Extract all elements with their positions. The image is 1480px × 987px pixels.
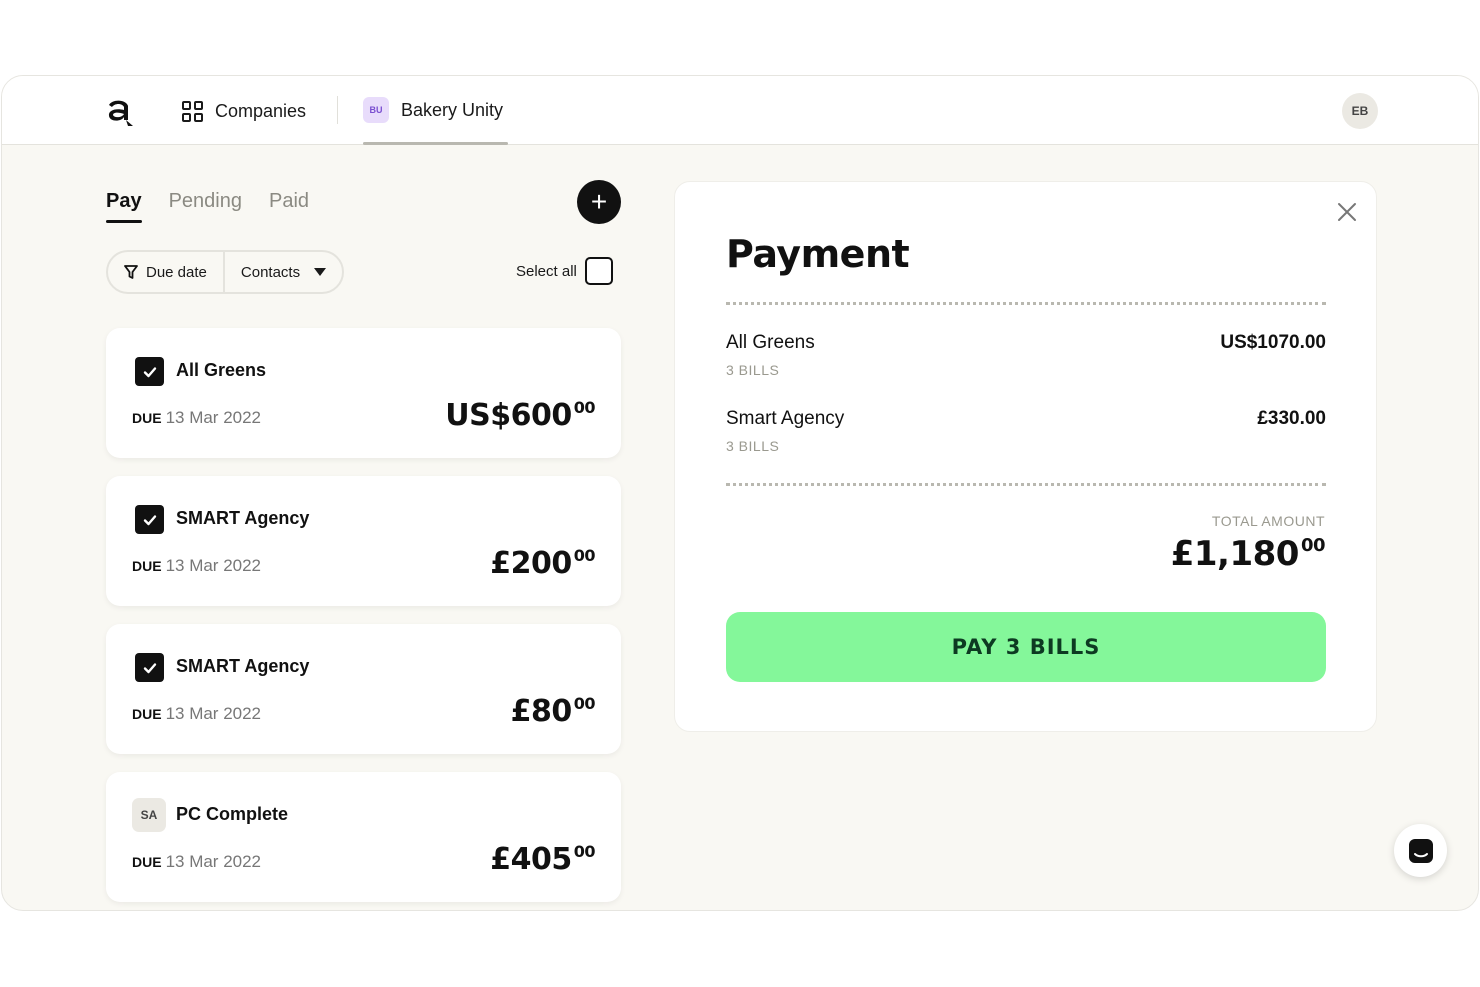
bill-contact-name: SMART Agency	[176, 656, 310, 676]
bill-contact-name: SMART Agency	[176, 508, 310, 528]
close-icon[interactable]	[1335, 200, 1359, 224]
company-name: Bakery Unity	[401, 99, 504, 120]
bill-contact-name: All Greens	[176, 360, 267, 380]
payment-row-amount: US$1070.00	[1220, 332, 1326, 353]
payment-row-name: All Greens	[726, 332, 815, 353]
nav-current-company[interactable]: BU Bakery Unity	[363, 96, 503, 124]
nav-companies-label: Companies	[215, 100, 307, 121]
bill-due-date: DUE 13 Mar 2022	[132, 852, 262, 871]
active-nav-indicator	[363, 142, 508, 145]
checkmark-icon	[143, 366, 156, 377]
top-nav-bar: Companies BU Bakery Unity EB	[2, 76, 1478, 145]
payment-row: Smart Agency 3 BILLS £330.00	[726, 408, 1326, 458]
bill-contact-name: PC Complete	[176, 804, 289, 824]
bill-checkbox[interactable]	[135, 653, 164, 682]
app-window: Companies BU Bakery Unity EB Pay Pending…	[1, 75, 1479, 911]
nav-companies[interactable]: Companies	[182, 98, 306, 124]
dotted-divider	[726, 302, 1326, 305]
checkmark-icon	[143, 514, 156, 525]
payment-row-amount: £330.00	[1257, 408, 1326, 429]
caret-down-icon	[314, 268, 327, 276]
total-amount-value: £1,180 00	[1170, 534, 1326, 574]
contact-initials-avatar[interactable]: SA	[132, 798, 166, 832]
bill-card[interactable]: SMART Agency DUE 13 Mar 2022 £80 00	[106, 624, 621, 754]
payment-row: All Greens 3 BILLS US$1070.00	[726, 332, 1326, 382]
nav-divider	[337, 96, 338, 124]
filter-icon	[124, 265, 138, 279]
payment-title: Payment	[726, 232, 910, 276]
company-badge: BU	[363, 97, 389, 123]
checkmark-icon	[143, 662, 156, 673]
payment-row-count: 3 BILLS	[726, 438, 780, 454]
tab-pending[interactable]: Pending	[169, 190, 242, 219]
bill-checkbox[interactable]	[135, 505, 164, 534]
payment-panel: Payment All Greens 3 BILLS US$1070.00 Sm…	[674, 181, 1377, 732]
bill-due-date: DUE 13 Mar 2022	[132, 704, 262, 723]
payment-row-count: 3 BILLS	[726, 362, 780, 378]
bill-card[interactable]: SA PC Complete DUE 13 Mar 2022 £405 00	[106, 772, 621, 902]
filter-bar: Due date Contacts	[106, 250, 345, 294]
select-all-checkbox[interactable]	[584, 257, 613, 285]
dotted-divider	[726, 483, 1326, 486]
bill-tabs: Pay Pending Paid	[106, 190, 309, 223]
tab-paid[interactable]: Paid	[269, 190, 309, 219]
bill-due-date: DUE 13 Mar 2022	[132, 556, 262, 575]
bill-amount: £80 00	[510, 694, 596, 729]
add-bill-button[interactable]: +	[577, 180, 621, 224]
select-all: Select all	[516, 257, 613, 285]
grid-icon	[182, 100, 203, 122]
contacts-dropdown-label: Contacts	[240, 263, 301, 281]
select-all-label: Select all	[516, 262, 577, 280]
plus-icon: +	[590, 186, 608, 217]
bill-due-date: DUE 13 Mar 2022	[132, 408, 262, 427]
pay-bills-button[interactable]: PAY 3 BILLS	[726, 612, 1326, 682]
due-date-filter-label: Due date	[146, 263, 207, 281]
payment-row-name: Smart Agency	[726, 408, 845, 429]
total-amount-label: TOTAL AMOUNT	[1211, 513, 1325, 529]
brand-logo-icon[interactable]	[104, 96, 134, 126]
bill-checkbox[interactable]	[135, 357, 164, 386]
bill-card[interactable]: All Greens DUE 13 Mar 2022 US$600 00	[106, 328, 621, 458]
bill-amount: US$600 00	[445, 398, 595, 433]
tab-pay[interactable]: Pay	[106, 190, 142, 223]
bill-card[interactable]: SMART Agency DUE 13 Mar 2022 £200 00	[106, 476, 621, 606]
bill-amount: £200 00	[490, 546, 595, 581]
due-date-filter[interactable]: Due date	[108, 252, 223, 292]
chat-launcher-button[interactable]	[1394, 824, 1447, 877]
contacts-dropdown[interactable]: Contacts	[222, 252, 342, 292]
user-avatar[interactable]: EB	[1342, 93, 1378, 129]
chat-icon	[1408, 838, 1433, 863]
bill-amount: £405 00	[490, 842, 595, 877]
